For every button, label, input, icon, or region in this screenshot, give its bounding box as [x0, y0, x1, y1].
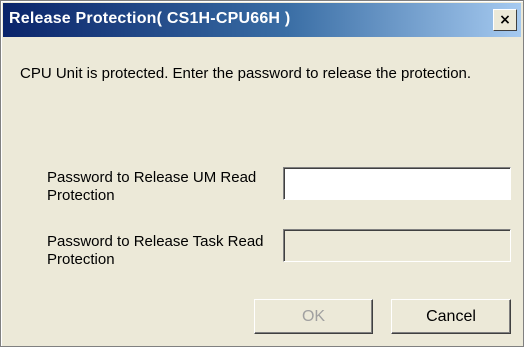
cancel-button[interactable]: Cancel — [391, 299, 511, 334]
instruction-message: CPU Unit is protected. Enter the passwor… — [20, 65, 472, 82]
task-password-field — [283, 229, 511, 262]
ok-button: OK — [254, 299, 373, 334]
close-icon: × — [499, 12, 511, 28]
close-button[interactable]: × — [493, 9, 517, 31]
task-password-label: Password to Release Task Read Protection — [47, 233, 264, 268]
um-password-label: Password to Release UM Read Protection — [47, 169, 257, 204]
um-password-field[interactable] — [283, 167, 511, 200]
window-title: Release Protection( CS1H-CPU66H ) — [9, 10, 291, 27]
title-bar[interactable]: Release Protection( CS1H-CPU66H ) × — [3, 3, 521, 37]
release-protection-dialog: Release Protection( CS1H-CPU66H ) × CPU … — [0, 0, 524, 347]
